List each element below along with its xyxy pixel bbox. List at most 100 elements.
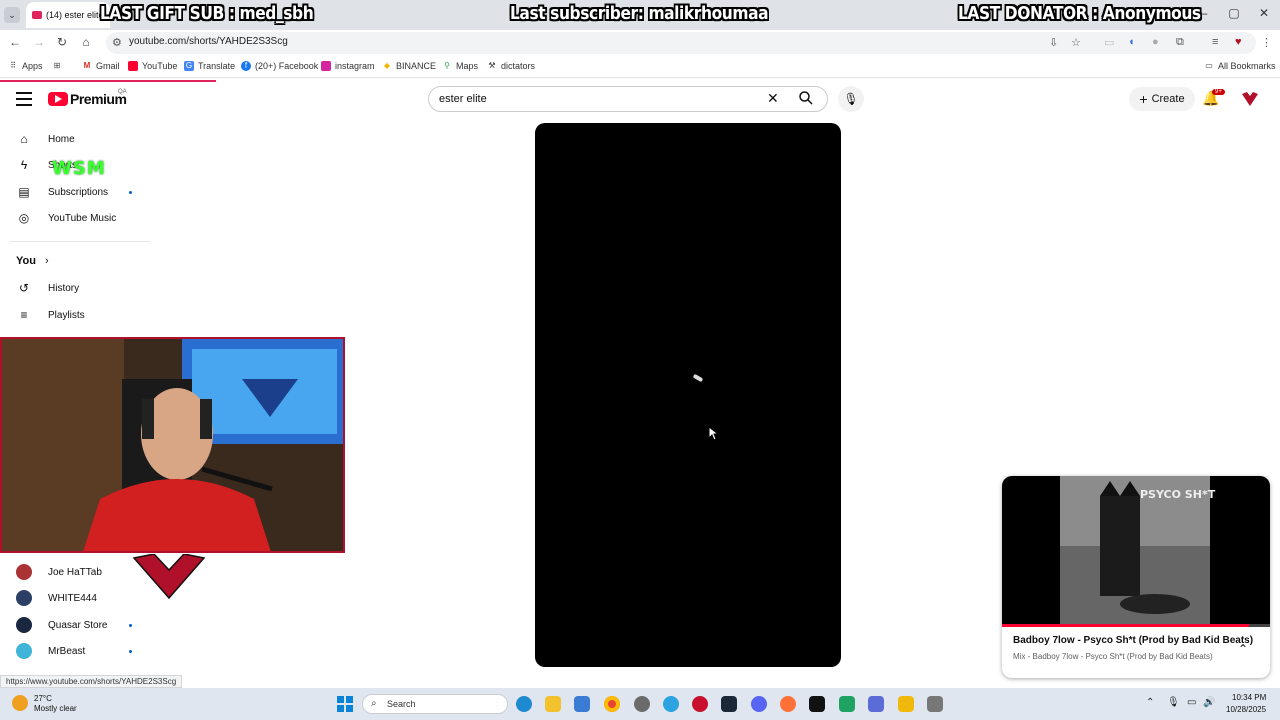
- history-icon: ↺: [18, 281, 30, 295]
- bookmark-label: All Bookmarks: [1218, 61, 1276, 71]
- extension-icon[interactable]: ▭: [1104, 36, 1114, 49]
- close-window-icon[interactable]: ✕: [1252, 6, 1276, 20]
- weather-temperature[interactable]: 27°C: [34, 694, 52, 703]
- gmail-icon: M: [83, 61, 91, 70]
- sidebar-item-subscriptions[interactable]: ▤ Subscriptions: [0, 179, 150, 205]
- sidebar-item-youtube-music[interactable]: ◎ YouTube Music: [0, 205, 150, 231]
- minimize-icon[interactable]: –: [1192, 6, 1216, 20]
- streamer-webcam: [0, 337, 345, 553]
- shorts-video-player[interactable]: [535, 123, 841, 667]
- extensions-puzzle-icon[interactable]: ⧉: [1176, 36, 1184, 49]
- tab-search-button[interactable]: ⌄: [4, 7, 20, 23]
- sidebar-channel-mrbeast[interactable]: MrBeast: [0, 638, 150, 664]
- sidebar-channel-joe-hattab[interactable]: Joe HaTTab: [0, 559, 150, 585]
- sidebar-item-history[interactable]: ↺ History: [0, 275, 150, 301]
- volume-tray-icon[interactable]: 🔊: [1203, 697, 1215, 708]
- chevron-up-icon[interactable]: ⌃: [1238, 642, 1248, 656]
- firefox-icon[interactable]: [780, 696, 796, 712]
- install-icon[interactable]: ⇩: [1049, 36, 1058, 49]
- telegram-icon[interactable]: [663, 696, 679, 712]
- back-icon[interactable]: ←: [7, 34, 23, 50]
- bookmark-maps[interactable]: ⚲ Maps: [442, 61, 478, 71]
- bookmark-label: instagram: [335, 61, 375, 71]
- mini-player[interactable]: PSYCO SH*T Badboy 7low - Psyco Sh*t (Pro…: [1002, 476, 1270, 678]
- media-app-icon[interactable]: [809, 696, 825, 712]
- clear-search-icon[interactable]: ✕: [767, 90, 779, 107]
- bookmark-star-icon[interactable]: ☆: [1071, 36, 1081, 49]
- tray-chevron-icon[interactable]: ⌃: [1146, 697, 1154, 708]
- address-url: youtube.com/shorts/YAHDE2S3Scg: [129, 36, 288, 47]
- bookmark-dictators[interactable]: ⚒ dictators: [487, 61, 535, 71]
- notification-count-badge: 9+: [1212, 89, 1225, 95]
- sidebar-item-playlists[interactable]: ≡ Playlists: [0, 302, 150, 328]
- account-avatar[interactable]: [1240, 89, 1260, 109]
- sidebar-label: History: [48, 282, 80, 294]
- display-tray-icon[interactable]: ▭: [1187, 697, 1196, 708]
- sidebar-item-home[interactable]: ⌂ Home: [0, 126, 150, 152]
- all-bookmarks[interactable]: ▭ All Bookmarks: [1204, 61, 1276, 71]
- discord-icon[interactable]: [751, 696, 767, 712]
- voice-search-icon[interactable]: 🎙: [838, 86, 864, 112]
- excel-icon[interactable]: [839, 696, 855, 712]
- opera-icon[interactable]: [692, 696, 708, 712]
- taskbar-date[interactable]: 10/28/2025: [1226, 705, 1266, 714]
- taskbar-search-placeholder: Search: [387, 699, 416, 709]
- maximize-icon[interactable]: ▢: [1222, 6, 1246, 20]
- weather-summary[interactable]: Mostly clear: [34, 704, 77, 713]
- app-icon[interactable]: [868, 696, 884, 712]
- bookmark-label: Apps: [22, 61, 43, 71]
- bookmark-grid[interactable]: ⊞: [52, 61, 62, 71]
- bookmark-apps[interactable]: ⠿ Apps: [8, 61, 43, 71]
- site-info-icon[interactable]: ⚙: [112, 36, 122, 49]
- profile-icon[interactable]: ♥: [1235, 36, 1242, 48]
- file-explorer-icon[interactable]: [545, 696, 561, 712]
- edge-icon[interactable]: [516, 696, 532, 712]
- windows-start-icon[interactable]: [337, 696, 353, 712]
- steam-icon[interactable]: [721, 696, 737, 712]
- menu-hamburger-icon[interactable]: [16, 92, 32, 106]
- browser-tab-active[interactable]: (14) ester elite: [26, 2, 110, 28]
- sidebar-channel-white444[interactable]: WHITE444: [0, 585, 150, 611]
- overlay-last-donator: LAST DONATOR : Anonymous: [958, 3, 1201, 24]
- taskbar-search-input[interactable]: ⌕ Search: [362, 694, 508, 714]
- youtube-logo-icon[interactable]: [48, 92, 68, 106]
- obs-icon[interactable]: [634, 696, 650, 712]
- create-button[interactable]: + Create: [1129, 87, 1195, 111]
- tab-title: (14) ester elite: [46, 10, 104, 20]
- chrome-menu-icon[interactable]: ⋮: [1261, 36, 1272, 49]
- reload-icon[interactable]: ↻: [54, 34, 70, 50]
- chrome-icon[interactable]: [604, 696, 620, 712]
- store-icon[interactable]: [574, 696, 590, 712]
- reading-list-icon[interactable]: ≡: [1212, 36, 1218, 48]
- bookmark-translate[interactable]: G Translate: [184, 61, 235, 71]
- sidebar-you-heading[interactable]: You ›: [16, 255, 49, 267]
- home-icon[interactable]: ⌂: [78, 34, 94, 50]
- microphone-tray-icon[interactable]: 🎙: [1167, 697, 1180, 708]
- search-icon[interactable]: [798, 90, 814, 109]
- tools-icon[interactable]: [927, 696, 943, 712]
- bookmark-facebook[interactable]: f (20+) Facebook: [241, 61, 318, 71]
- chevron-right-icon: ›: [45, 255, 49, 267]
- binance-app-icon[interactable]: [898, 696, 914, 712]
- taskbar-time[interactable]: 10:34 PM: [1232, 693, 1266, 702]
- shorts-icon: ϟ: [20, 158, 28, 172]
- bookmark-youtube[interactable]: YouTube: [128, 61, 177, 71]
- grid-icon: ⊞: [53, 61, 61, 70]
- sidebar-channel-quasar-store[interactable]: Quasar Store: [0, 612, 150, 638]
- thumbnail-caption: PSYCO SH*T: [1140, 488, 1216, 501]
- mini-player-title[interactable]: Badboy 7low - Psyco Sh*t (Prod by Bad Ki…: [1013, 635, 1253, 646]
- bookmark-gmail[interactable]: M Gmail: [82, 61, 120, 71]
- subscriptions-icon: ▤: [18, 185, 30, 199]
- folder-icon: ▭: [1205, 61, 1213, 70]
- weather-icon[interactable]: [12, 695, 28, 711]
- overlay-last-gift-sub: LAST GIFT SUB : med_sbh: [100, 3, 314, 24]
- bookmark-instagram[interactable]: instagram: [321, 61, 375, 71]
- webcam-overlay-badge: WSM: [52, 158, 106, 179]
- extension-audio-icon[interactable]: ◖: [1128, 36, 1135, 48]
- mini-player-progress[interactable]: [1002, 624, 1270, 627]
- bookmark-binance[interactable]: ◆ BINANCE: [382, 61, 436, 71]
- forward-icon[interactable]: →: [31, 34, 47, 50]
- extension-globe-icon[interactable]: ●: [1152, 36, 1159, 48]
- bookmark-label: YouTube: [142, 61, 178, 71]
- mini-player-video[interactable]: PSYCO SH*T: [1002, 476, 1270, 626]
